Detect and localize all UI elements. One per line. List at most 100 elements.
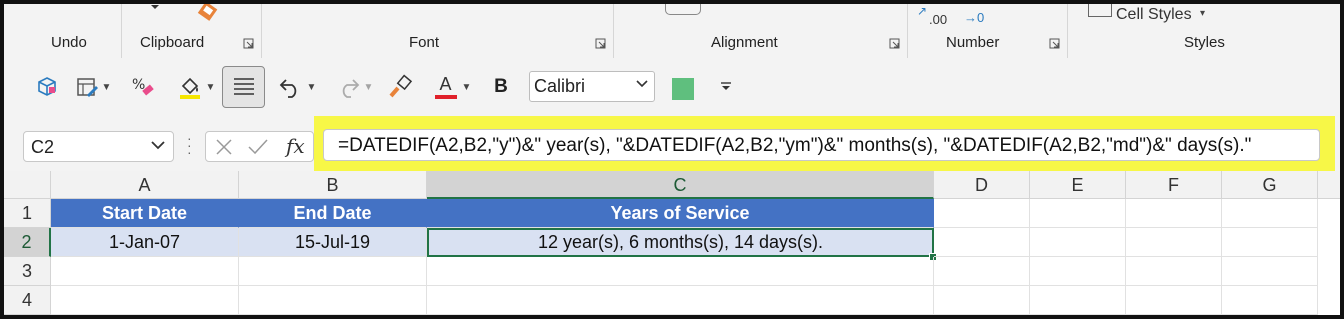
cell-b4[interactable] — [239, 286, 427, 315]
name-box-value: C2 — [31, 137, 55, 157]
group-label-alignment: Alignment — [711, 34, 778, 51]
clipboard-format-painter-icon[interactable] — [194, 4, 220, 24]
decrease-decimal-peek[interactable]: →0 — [964, 10, 984, 25]
select-all-corner[interactable] — [4, 171, 51, 199]
group-label-font: Font — [409, 34, 440, 51]
group-separator — [261, 4, 262, 58]
align-center-button[interactable] — [222, 66, 265, 108]
undo-icon — [279, 79, 296, 98]
redo-icon — [342, 79, 359, 98]
fill-color-button[interactable]: ▼ — [172, 70, 220, 104]
name-box[interactable]: C2 — [23, 131, 174, 162]
cell-e3[interactable] — [1030, 257, 1126, 286]
cell-e1[interactable] — [1030, 199, 1126, 228]
cell-a4[interactable] — [51, 286, 239, 315]
column-header-c[interactable]: C — [427, 171, 934, 199]
row-header-1[interactable]: 1 — [4, 199, 51, 228]
cell-c1[interactable]: Years of Service — [427, 199, 934, 228]
alignment-launcher-icon[interactable] — [889, 38, 900, 49]
chevron-down-icon — [636, 80, 648, 88]
format-painter-button[interactable] — [386, 70, 416, 104]
column-header-e[interactable]: E — [1030, 171, 1126, 199]
customize-caret-icon — [721, 82, 731, 90]
column-header-d[interactable]: D — [934, 171, 1030, 199]
row-header-2[interactable]: 2 — [4, 228, 51, 257]
cancel-icon[interactable] — [215, 138, 233, 156]
number-launcher-icon[interactable] — [1049, 38, 1060, 49]
cell-c2-active[interactable]: 12 year(s), 6 months(s), 14 days(s). — [427, 228, 934, 257]
bold-label: B — [494, 76, 508, 97]
cell-d2[interactable] — [934, 228, 1030, 257]
excel-window: .00 →0 ↗ Cell Styles ▾ Undo Clipboard Fo… — [0, 0, 1344, 319]
enter-check-icon[interactable] — [247, 138, 269, 156]
clipboard-launcher-icon[interactable] — [243, 38, 254, 49]
cell-b2[interactable]: 15-Jul-19 — [239, 228, 427, 257]
cell-styles-icon — [1088, 4, 1112, 17]
group-label-styles: Styles — [1184, 34, 1225, 51]
cell-d4[interactable] — [934, 286, 1030, 315]
font-name-value: Calibri — [534, 76, 586, 96]
cell-c3[interactable] — [427, 257, 934, 286]
formula-buttons: fx — [205, 131, 314, 162]
cell-a1[interactable]: Start Date — [51, 199, 239, 228]
undo-dropdown-icon[interactable] — [150, 4, 160, 12]
cell-e2[interactable] — [1030, 228, 1126, 257]
cell-d3[interactable] — [934, 257, 1030, 286]
column-header-b[interactable]: B — [239, 171, 427, 199]
percent-eraser-icon: % — [132, 77, 154, 96]
formula-input[interactable]: =DATEDIF(A2,B2,"y")&" year(s), "&DATEDIF… — [323, 129, 1320, 161]
percent-eraser-button[interactable]: % — [128, 70, 158, 104]
cell-a2[interactable]: 1-Jan-07 — [51, 228, 239, 257]
decimal-peek[interactable]: .00 — [929, 12, 947, 27]
formula-bar: C2 · · · fx =DATEDIF(A2,B2,"y")&" year(s),… — [4, 116, 1340, 172]
chevron-down-icon: ▼ — [363, 81, 374, 93]
cell-f2[interactable] — [1126, 228, 1222, 257]
cell-d1[interactable] — [934, 199, 1030, 228]
redo-button[interactable]: ▼ — [330, 70, 378, 104]
cell-g1[interactable] — [1222, 199, 1318, 228]
cell-b1[interactable]: End Date — [239, 199, 427, 228]
cell-b3[interactable] — [239, 257, 427, 286]
cell-f4[interactable] — [1126, 286, 1222, 315]
form-edit-button[interactable]: ▼ — [68, 70, 118, 104]
cell-a3[interactable] — [51, 257, 239, 286]
font-color-icon: A — [433, 74, 459, 100]
cell-f1[interactable] — [1126, 199, 1222, 228]
font-color-button[interactable]: A ▼ — [428, 70, 476, 104]
cube-3d-button[interactable] — [32, 70, 62, 104]
brush-icon — [389, 74, 413, 98]
fill-color-swatch-button[interactable] — [672, 78, 694, 100]
column-header-a[interactable]: A — [51, 171, 239, 199]
undo-button[interactable]: ▼ — [272, 70, 322, 104]
align-lines-icon — [233, 78, 254, 95]
cell-e4[interactable] — [1030, 286, 1126, 315]
row-header-4[interactable]: 4 — [4, 286, 51, 315]
font-launcher-icon[interactable] — [595, 38, 606, 49]
chevron-down-icon: ▼ — [101, 81, 112, 93]
font-color-letter: A — [439, 74, 452, 94]
row-header-3[interactable]: 3 — [4, 257, 51, 286]
spreadsheet-grid: A B C D E F G 1 2 3 4 Start Date End Dat… — [4, 171, 1340, 315]
column-header-g[interactable]: G — [1222, 171, 1318, 199]
column-header-next — [1318, 171, 1340, 199]
chevron-down-icon: ▼ — [461, 81, 472, 93]
bold-button[interactable]: B — [488, 70, 514, 104]
cell-styles-caret-icon[interactable]: ▾ — [1200, 8, 1205, 19]
insert-function-button[interactable]: fx — [286, 134, 305, 158]
column-header-f[interactable]: F — [1126, 171, 1222, 199]
cell-c4[interactable] — [427, 286, 934, 315]
group-separator — [907, 4, 908, 58]
group-label-undo: Undo — [51, 34, 87, 51]
group-separator — [121, 4, 122, 58]
customize-toolbar-button[interactable] — [716, 70, 736, 104]
cell-g4[interactable] — [1222, 286, 1318, 315]
chevron-down-icon: ▼ — [205, 81, 216, 93]
group-separator — [613, 4, 614, 58]
cell-f3[interactable] — [1126, 257, 1222, 286]
cell-g3[interactable] — [1222, 257, 1318, 286]
alignment-scroll-peek — [665, 4, 701, 15]
font-name-select[interactable]: Calibri — [529, 71, 655, 102]
cell-styles-button[interactable]: Cell Styles — [1116, 6, 1192, 24]
cell-g2[interactable] — [1222, 228, 1318, 257]
more-options-icon[interactable]: · · · — [187, 131, 192, 159]
